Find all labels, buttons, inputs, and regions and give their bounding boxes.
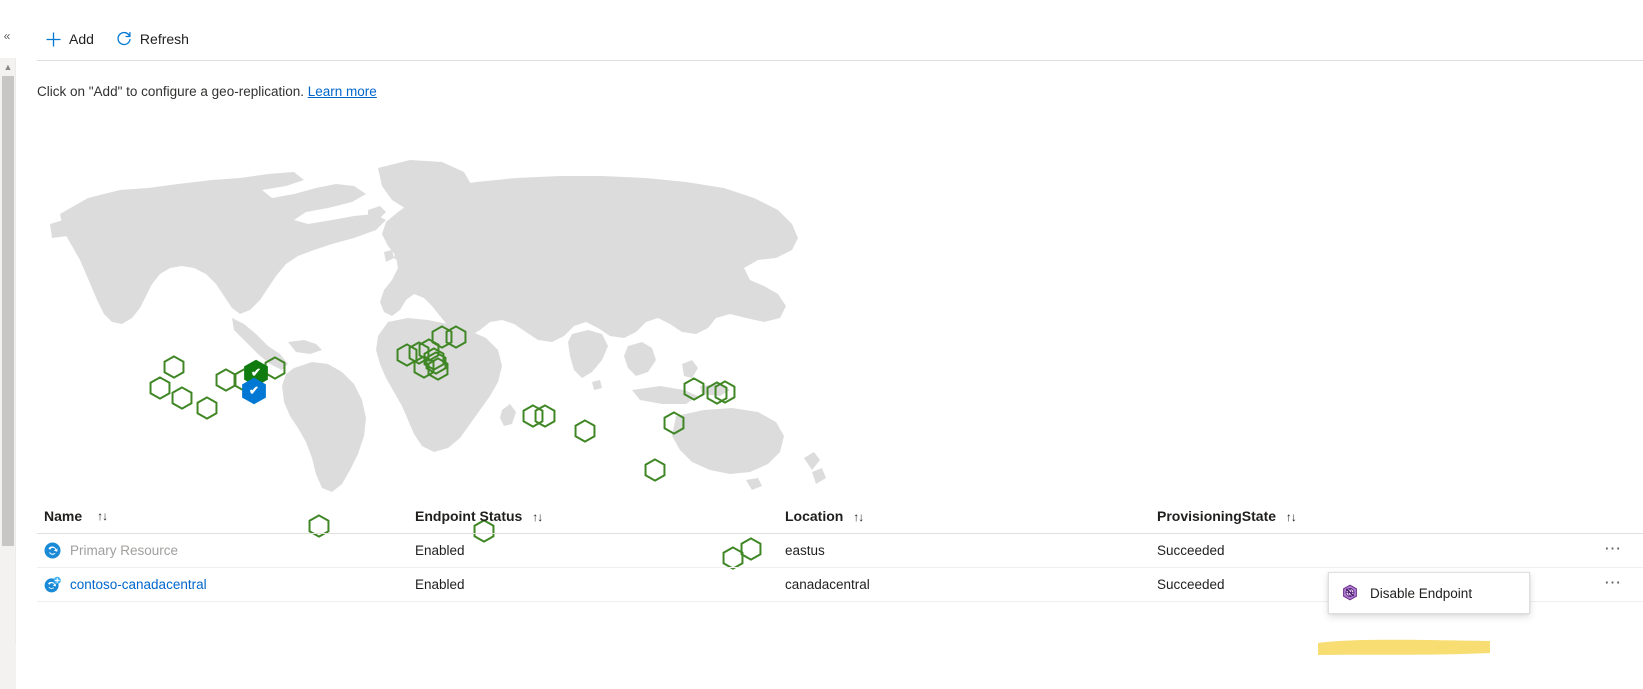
check-icon: ✔: [248, 383, 260, 398]
menu-item-disable-endpoint[interactable]: Disable Endpoint: [1329, 573, 1529, 613]
hint-message: Click on "Add" to configure a geo-replic…: [37, 84, 304, 99]
sort-icon[interactable]: ↑↓: [97, 509, 108, 523]
plus-icon: [45, 31, 62, 48]
cell-name: Primary Resource: [37, 542, 415, 559]
map-marker-region-south-central-us[interactable]: [196, 396, 218, 420]
map-marker-region-east-asia[interactable]: [663, 411, 685, 435]
map-marker-region-korea-central[interactable]: [683, 377, 705, 401]
cell-actions: ⋯: [1537, 539, 1643, 562]
row-more-actions-button[interactable]: ⋯: [1599, 539, 1627, 562]
cell-location: canadacentral: [785, 577, 870, 592]
row-name-link[interactable]: contoso-canadacentral: [70, 577, 207, 592]
hexagon-icon: [534, 404, 556, 428]
map-marker-region-east-us[interactable]: ✔: [242, 377, 267, 405]
hexagon-icon: [574, 419, 596, 443]
sort-icon[interactable]: ↑↓: [1286, 510, 1297, 524]
scrollbar-thumb[interactable]: [2, 76, 14, 546]
hexagon-icon: [427, 357, 449, 381]
map-marker-region-west-us-3[interactable]: [171, 386, 193, 410]
hexagon-icon: [644, 458, 666, 482]
refresh-icon: [116, 31, 133, 48]
row-context-menu: Disable Endpoint: [1328, 572, 1530, 614]
map-marker-region-central-india[interactable]: [574, 419, 596, 443]
cell-name: contoso-canadacentral: [37, 576, 415, 593]
column-header-endpoint-status[interactable]: Endpoint Status ↑↓: [415, 508, 785, 524]
hexagon-icon: [683, 377, 705, 401]
hexagon-icon: [196, 396, 218, 420]
command-bar: Add Refresh: [37, 22, 197, 56]
sort-icon[interactable]: ↑↓: [853, 510, 864, 524]
add-button[interactable]: Add: [37, 23, 102, 55]
row-name-label: Primary Resource: [70, 543, 179, 558]
map-marker-region-southeast-asia[interactable]: [644, 458, 666, 482]
world-map[interactable]: ✔ ✔: [36, 128, 836, 570]
scrollbar-gutter: [0, 643, 16, 689]
geo-replication-page: « ▲ Add Refresh Click on "Add" to config…: [0, 0, 1643, 689]
hint-text: Click on "Add" to configure a geo-replic…: [37, 82, 377, 101]
table-row[interactable]: Primary Resource Enabled eastus Succeede…: [37, 534, 1643, 568]
hexagon-icon: [445, 325, 467, 349]
refresh-button[interactable]: Refresh: [108, 23, 197, 55]
disable-endpoint-icon: [1341, 584, 1359, 602]
menu-item-label: Disable Endpoint: [1370, 585, 1473, 601]
map-marker-region-qatar-central[interactable]: [534, 404, 556, 428]
add-button-label: Add: [69, 30, 94, 47]
hexagon-icon: [171, 386, 193, 410]
learn-more-link[interactable]: Learn more: [308, 84, 377, 99]
hexagon-icon: [663, 411, 685, 435]
map-marker-region-west-us[interactable]: [149, 376, 171, 400]
cell-provisioning-state: Succeeded: [1157, 543, 1225, 558]
column-header-location[interactable]: Location ↑↓: [785, 508, 1157, 524]
column-header-endpoint-status-label: Endpoint Status: [415, 507, 523, 524]
hexagon-icon: [149, 376, 171, 400]
cell-location: eastus: [785, 543, 825, 558]
refresh-button-label: Refresh: [139, 30, 189, 47]
world-map-landmass: [50, 160, 826, 492]
primary-resource-icon: [44, 542, 61, 559]
column-header-provisioning-state-label: ProvisioningState: [1157, 507, 1277, 524]
cell-actions: ⋯: [1537, 573, 1643, 596]
row-more-actions-button[interactable]: ⋯: [1599, 573, 1627, 596]
column-header-name[interactable]: Name ↑↓: [37, 508, 415, 524]
highlighter-annotation: [1316, 636, 1492, 656]
replica-resource-icon: [44, 576, 61, 593]
vertical-scrollbar[interactable]: ▲: [0, 58, 16, 643]
column-header-name-label: Name: [44, 507, 83, 524]
command-bar-divider: [37, 60, 1643, 61]
chevron-double-left-icon[interactable]: «: [0, 28, 14, 44]
sort-icon[interactable]: ↑↓: [532, 510, 543, 524]
table-header-row: Name ↑↓ Endpoint Status ↑↓ Location ↑↓ P…: [37, 498, 1643, 534]
scroll-up-arrow-icon[interactable]: ▲: [0, 60, 16, 74]
column-header-provisioning-state[interactable]: ProvisioningState ↑↓: [1157, 508, 1537, 524]
cell-endpoint-status: Enabled: [415, 543, 465, 558]
map-marker-region-sweden-central[interactable]: [445, 325, 467, 349]
cell-endpoint-status: Enabled: [415, 577, 465, 592]
column-header-location-label: Location: [785, 507, 844, 524]
map-marker-region-japan-west[interactable]: [714, 380, 736, 404]
hexagon-icon: [714, 380, 736, 404]
map-marker-region-switzerland-n[interactable]: [427, 357, 449, 381]
